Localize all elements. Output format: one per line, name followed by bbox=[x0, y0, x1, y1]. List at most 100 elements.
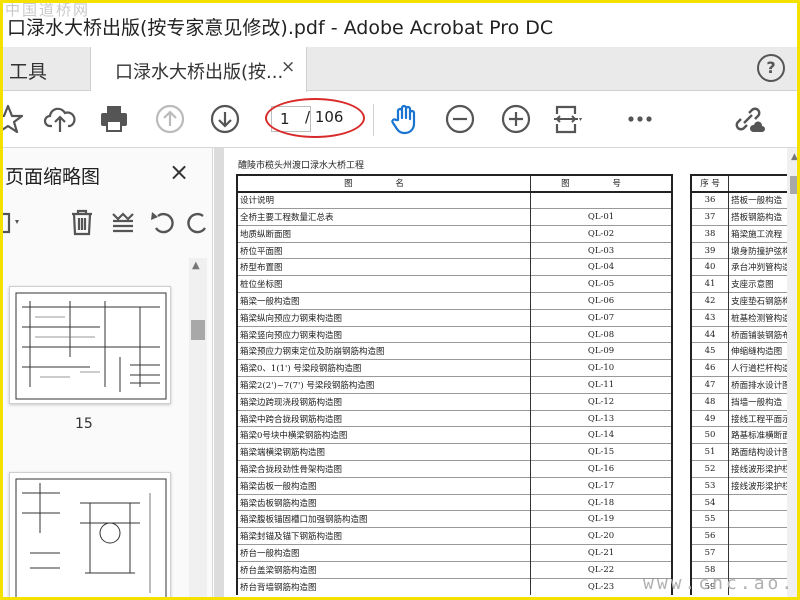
row-number: 55 bbox=[690, 510, 730, 528]
row-number: 36 bbox=[690, 191, 730, 209]
scroll-up-icon[interactable]: ▲ bbox=[791, 152, 797, 162]
table-row: 桩位坐标图 QL-05 bbox=[236, 275, 674, 293]
drawing-number: QL-02 bbox=[530, 224, 674, 243]
table-row: 桥台背墙钢筋构造图 QL-23 bbox=[236, 577, 674, 595]
table-row: 箱梁齿板钢筋构造图 QL-18 bbox=[236, 493, 674, 511]
table-row: 55 bbox=[690, 510, 797, 528]
window-title: 口渌水大桥出版(按专家意见修改).pdf - Adobe Acrobat Pro… bbox=[7, 17, 554, 39]
drawing-number: QL-19 bbox=[530, 510, 674, 528]
table-row: 50 路基标准横断面 bbox=[690, 426, 797, 444]
row-number: 37 bbox=[690, 208, 730, 226]
drawing-number: QL-03 bbox=[530, 241, 674, 259]
page-thumbnail[interactable] bbox=[9, 286, 171, 404]
row-number: 48 bbox=[690, 392, 730, 411]
fit-page-icon[interactable] bbox=[551, 102, 585, 136]
drawing-number: QL-20 bbox=[530, 527, 674, 545]
drawing-name: 箱梁一般构造图 bbox=[236, 292, 532, 310]
share-link-icon[interactable] bbox=[731, 102, 765, 136]
panel-scrollbar[interactable]: ▲ bbox=[189, 258, 207, 597]
row-number: 40 bbox=[690, 258, 730, 276]
table-row: 桥台一般构造图 QL-21 bbox=[236, 544, 674, 562]
table-row: 地质纵断面图 QL-02 bbox=[236, 224, 674, 243]
delete-icon[interactable] bbox=[67, 206, 97, 238]
table-row: 40 承台冲刿管构造 bbox=[690, 258, 797, 276]
row-number: 38 bbox=[690, 224, 730, 243]
table-row: 52 接线波形梁护栏 bbox=[690, 460, 797, 478]
document-scrollbar[interactable]: ▲ bbox=[787, 148, 797, 597]
page-up-icon[interactable] bbox=[153, 102, 187, 136]
row-number: 46 bbox=[690, 359, 730, 377]
extract-pages-icon[interactable] bbox=[108, 206, 138, 238]
close-panel-icon[interactable]: × bbox=[169, 158, 189, 186]
insert-page-icon[interactable] bbox=[3, 206, 23, 238]
drawing-name: 桥台一般构造图 bbox=[236, 544, 532, 562]
row-number: 56 bbox=[690, 527, 730, 545]
drawing-number: QL-08 bbox=[530, 325, 674, 343]
help-button[interactable]: ? bbox=[757, 54, 785, 82]
more-icon[interactable] bbox=[623, 102, 657, 136]
table-row: 36 搭板一般构造 bbox=[690, 191, 797, 209]
drawing-number: QL-11 bbox=[530, 376, 674, 394]
table-row: 48 挡墙一般构造 bbox=[690, 392, 797, 411]
table-row: 53 接线波形梁护栏 bbox=[690, 476, 797, 495]
drawing-number: QL-18 bbox=[530, 493, 674, 511]
row-number: 50 bbox=[690, 426, 730, 444]
close-tab-icon[interactable]: × bbox=[281, 57, 295, 77]
table-row: 37 搭板钢筋构造 bbox=[690, 208, 797, 226]
row-number: 49 bbox=[690, 409, 730, 427]
drawing-name: 箱梁2(2')~7(7') 号梁段钢筋构造图 bbox=[236, 376, 532, 394]
table-row: 箱梁合拢段劲性骨架构造图 QL-16 bbox=[236, 460, 674, 478]
drawing-name: 箱梁封锚及锚下钢筋构造图 bbox=[236, 527, 532, 545]
cloud-upload-icon[interactable] bbox=[43, 102, 77, 136]
star-icon[interactable] bbox=[3, 102, 25, 136]
row-number: 54 bbox=[690, 493, 730, 511]
drawing-name: 箱梁预应力钢束定位及防崩钢筋构造图 bbox=[236, 342, 532, 360]
zoom-in-icon[interactable] bbox=[499, 102, 533, 136]
row-number: 41 bbox=[690, 275, 730, 293]
column-header: 图 号 bbox=[530, 174, 674, 193]
title-bar: 中国道桥网 口渌水大桥出版(按专家意见修改).pdf - Adobe Acrob… bbox=[3, 3, 797, 47]
zoom-out-icon[interactable] bbox=[443, 102, 477, 136]
scroll-thumb[interactable] bbox=[790, 176, 797, 194]
column-header: 序 号 bbox=[690, 174, 730, 193]
rotate-left-icon[interactable] bbox=[148, 206, 178, 238]
drawing-name: 箱梁纵向预应力钢束构造图 bbox=[236, 308, 532, 327]
tab-tools[interactable]: 工具 bbox=[3, 47, 91, 91]
table-row: 43 桩基检测管构造 bbox=[690, 308, 797, 327]
row-number: 57 bbox=[690, 544, 730, 562]
row-number: 42 bbox=[690, 292, 730, 310]
table-header-row: 图 名图 号 bbox=[236, 174, 674, 193]
table-row: 54 bbox=[690, 493, 797, 511]
row-number: 43 bbox=[690, 308, 730, 327]
drawing-number: QL-07 bbox=[530, 308, 674, 327]
rotate-right-icon[interactable] bbox=[187, 206, 217, 238]
tab-bar: 工具 口渌水大桥出版(按... × ? bbox=[3, 47, 797, 92]
table-row: 38 箱梁施工流程 bbox=[690, 224, 797, 243]
table-row: 全桥主要工程数量汇总表 QL-01 bbox=[236, 208, 674, 226]
document-page: 醴陵市榄头州渡口渌水大桥工程 图 名图 号设计说明 全桥主要工程数量汇总表 QL-0… bbox=[224, 148, 797, 597]
panel-toolbar bbox=[3, 204, 213, 244]
hand-tool-icon[interactable] bbox=[388, 102, 422, 136]
table-row: 箱梁0号块中横梁钢筋构造图 QL-14 bbox=[236, 426, 674, 444]
row-number: 39 bbox=[690, 241, 730, 259]
toolbar: 1 / 106 bbox=[3, 92, 797, 148]
table-row: 箱梁齿板一般构造图 QL-17 bbox=[236, 476, 674, 495]
table-row: 56 bbox=[690, 527, 797, 545]
print-icon[interactable] bbox=[97, 102, 131, 136]
page-thumbnail[interactable] bbox=[9, 472, 171, 597]
drawing-name: 箱梁腹板锚固槽口加强钢筋构造图 bbox=[236, 510, 532, 528]
drawing-name: 箱梁齿板一般构造图 bbox=[236, 476, 532, 495]
drawing-number: QL-01 bbox=[530, 208, 674, 226]
drawing-name: 桥型布置图 bbox=[236, 258, 532, 276]
scroll-thumb[interactable] bbox=[191, 320, 205, 340]
row-number: 47 bbox=[690, 376, 730, 394]
document-heading: 醴陵市榄头州渡口渌水大桥工程 bbox=[238, 161, 365, 171]
tab-document-label: 口渌水大桥出版(按... bbox=[115, 62, 284, 83]
drawing-number: QL-17 bbox=[530, 476, 674, 495]
table-row: 箱梁纵向预应力钢束构造图 QL-07 bbox=[236, 308, 674, 327]
page-down-icon[interactable] bbox=[208, 102, 242, 136]
drawing-name: 箱梁边跨现浇段钢筋构造图 bbox=[236, 392, 532, 411]
scroll-up-icon[interactable]: ▲ bbox=[192, 260, 200, 271]
tab-document[interactable]: 口渌水大桥出版(按... × bbox=[91, 47, 307, 92]
drawing-name: 箱梁合拢段劲性骨架构造图 bbox=[236, 460, 532, 478]
